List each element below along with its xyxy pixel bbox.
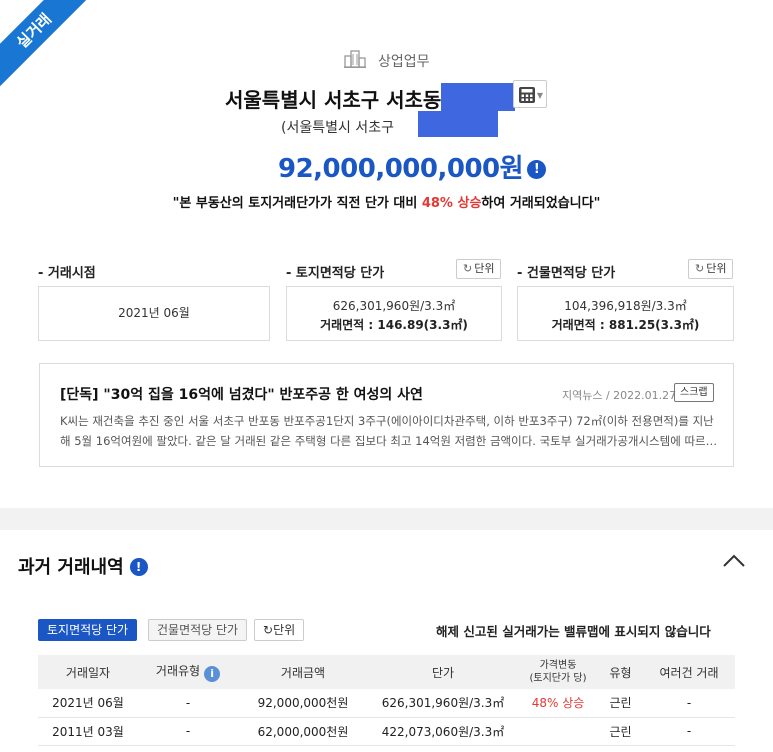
cell-unit-price: 626,301,960원/3.3㎡ <box>368 689 518 718</box>
notice-before: "본 부동산의 토지거래단가가 직전 단가 대비 <box>172 196 422 211</box>
building-unit-card: 104,396,918원/3.3㎡ 거래면적 : 881.25(3.3㎡) <box>517 286 734 341</box>
th-amount: 거래금액 <box>238 655 368 689</box>
address-mask <box>441 83 515 111</box>
info-icon[interactable]: i <box>204 666 221 682</box>
th-change-line1: 가격변동 <box>539 660 577 671</box>
table-note: 해제 신고된 실거래가는 밸류맵에 표시되지 않습니다 <box>436 624 711 639</box>
category-label: 상업업무 <box>377 54 430 70</box>
th-change-line2: (토지단가 당) <box>529 673 587 684</box>
info-icon[interactable]: ! <box>129 558 148 576</box>
cell-date: 2011년 03월 <box>38 717 138 746</box>
cell-unit-price: 422,073,060원/3.3㎡ <box>368 717 518 746</box>
calculator-icon <box>519 87 535 103</box>
news-source: 지역뉴스 / 2022.01.27 <box>562 389 677 402</box>
refresh-icon: ↻ <box>263 623 274 637</box>
building-icon <box>343 50 366 72</box>
refresh-icon: ↻ <box>463 262 473 275</box>
cell-change: 48% 상승 <box>518 689 598 718</box>
building-unit-area: 거래면적 : 881.25(3.3㎡) <box>551 318 700 332</box>
cell-use: 근린 <box>598 717 643 746</box>
scrap-button[interactable]: 스크랩 <box>674 383 714 402</box>
stat-label: - 건물면적당 단가 <box>517 266 616 281</box>
trade-price: 92,000,000,000원! <box>278 148 547 185</box>
th-type-label: 거래유형 <box>155 664 201 678</box>
land-unit-area: 거래면적 : 146.89(3.3㎡) <box>320 318 468 332</box>
table-row[interactable]: 2011년 03월 - 62,000,000천원 422,073,060원/3.… <box>38 717 735 746</box>
section-divider <box>0 508 773 530</box>
cell-type: - <box>138 689 238 718</box>
address-sub: (서울특별시 서초구 <box>281 120 394 136</box>
cell-amount: 62,000,000천원 <box>238 717 368 746</box>
news-card[interactable]: [단독] "30억 집을 16억에 넘겼다" 반포주공 한 여성의 사연 지역뉴… <box>39 363 734 467</box>
trade-date-value: 2021년 06월 <box>118 306 190 320</box>
collapse-button[interactable] <box>722 551 746 571</box>
refresh-icon: ↻ <box>695 262 705 275</box>
table-header-row: 거래일자 거래유형 i 거래금액 단가 가격변동 (토지단가 당) 유형 여러건 … <box>38 655 735 689</box>
cell-multi: - <box>643 689 735 718</box>
th-use: 유형 <box>598 655 643 689</box>
tab-land-unit-price[interactable]: 토지면적당 단가 <box>38 619 138 641</box>
th-type: 거래유형 i <box>138 655 238 689</box>
info-icon[interactable]: ! <box>527 160 547 179</box>
stat-land-unit: - 토지면적당 단가 <box>286 262 384 281</box>
chevron-down-icon: ▼ <box>536 91 543 100</box>
cell-type: - <box>138 717 238 746</box>
history-unit-button[interactable]: ↻단위 <box>254 619 305 641</box>
notice-after: 하여 거래되었습니다" <box>481 196 601 211</box>
unit-button-label: 단위 <box>273 623 296 637</box>
news-line: 해 5월 16억여원에 팔았다. 같은 달 거래된 같은 주택형 다른 집보다 … <box>60 434 718 448</box>
th-date: 거래일자 <box>38 655 138 689</box>
trade-date-card: 2021년 06월 <box>38 286 270 341</box>
cell-use: 근린 <box>598 689 643 718</box>
trade-price-value: 92,000,000,000원 <box>278 154 524 184</box>
th-unit-price: 단가 <box>368 655 518 689</box>
stat-building-unit: - 건물면적당 단가 <box>517 262 615 281</box>
category: 상업업무 <box>0 50 773 72</box>
address-sub-mask <box>418 111 498 137</box>
land-unit-value: 626,301,960원/3.3㎡ <box>332 299 456 313</box>
stat-label: - 토지면적당 단가 <box>286 266 385 281</box>
stats-row: - 거래시점 2021년 06월 - 토지면적당 단가 ↻ 단위 626,301,… <box>38 259 735 342</box>
th-multi: 여러건 거래 <box>643 655 735 689</box>
news-title[interactable]: [단독] "30억 집을 16억에 넘겼다" 반포주공 한 여성의 사연 <box>60 384 423 404</box>
summary-section: 상업업무 서울특별시 서초구 서초동 ▼ (서울특별시 서초구 92,000,0… <box>0 0 773 230</box>
table-row[interactable]: 2021년 06월 - 92,000,000천원 626,301,960원/3.… <box>38 689 735 718</box>
stat-label: - 거래시점 <box>38 266 96 281</box>
building-unit-toggle-button[interactable]: ↻ 단위 <box>688 259 734 279</box>
stat-trade-date: - 거래시점 <box>38 262 96 281</box>
cell-amount: 92,000,000천원 <box>238 689 368 718</box>
th-change: 가격변동 (토지단가 당) <box>518 655 598 689</box>
price-notice: "본 부동산의 토지거래단가가 직전 단가 대비 48% 상승하여 거래되었습니… <box>0 192 773 211</box>
history-title-text: 과거 거래내역 <box>18 557 124 578</box>
cell-date: 2021년 06월 <box>38 689 138 718</box>
address-main: 서울특별시 서초구 서초동 <box>225 88 442 112</box>
building-unit-value: 104,396,918원/3.3㎡ <box>564 299 687 313</box>
history-table: 거래일자 거래유형 i 거래금액 단가 가격변동 (토지단가 당) 유형 여러건 … <box>38 655 735 746</box>
cell-change <box>518 717 598 746</box>
unit-button-label: 단위 <box>706 262 727 275</box>
cell-multi: - <box>643 717 735 746</box>
tab-building-unit-price[interactable]: 건물면적당 단가 <box>148 619 248 641</box>
chevron-up-icon <box>723 554 745 567</box>
unit-button-label: 단위 <box>474 262 495 275</box>
calculator-button[interactable]: ▼ <box>513 80 547 108</box>
notice-highlight: 48% 상승 <box>421 196 482 211</box>
news-body: K씨는 재건축을 추진 중인 서울 서초구 반포동 반포주공1단지 3주구(에이… <box>60 411 725 451</box>
history-title: 과거 거래내역! <box>18 553 148 579</box>
land-unit-card: 626,301,960원/3.3㎡ 거래면적 : 146.89(3.3㎡) <box>286 286 502 341</box>
news-line: K씨는 재건축을 추진 중인 서울 서초구 반포동 반포주공1단지 3주구(에이… <box>60 414 714 428</box>
land-unit-toggle-button[interactable]: ↻ 단위 <box>456 259 502 279</box>
